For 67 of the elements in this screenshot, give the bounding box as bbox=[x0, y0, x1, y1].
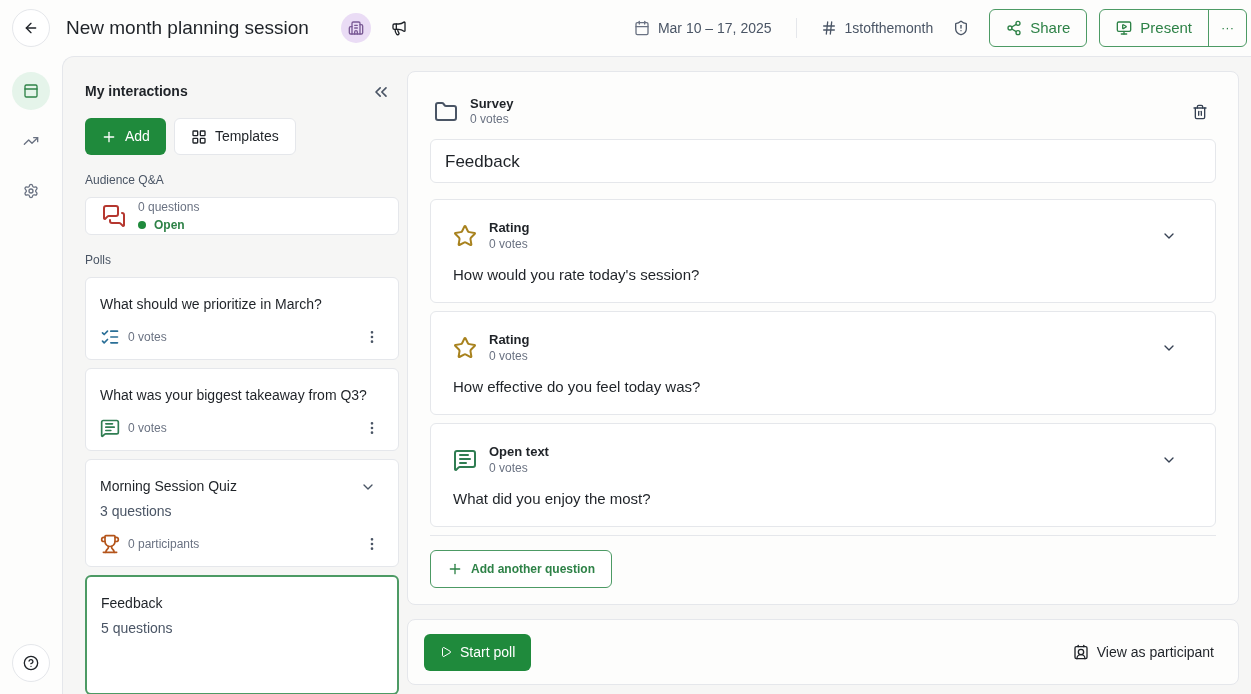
back-button[interactable] bbox=[12, 9, 50, 47]
add-button[interactable]: Add bbox=[85, 118, 166, 155]
grid-icon bbox=[190, 128, 207, 145]
building-icon[interactable] bbox=[340, 13, 371, 43]
star-icon bbox=[453, 223, 477, 248]
question-type: Rating bbox=[489, 332, 530, 349]
question-text: How would you rate today's session? bbox=[453, 264, 701, 285]
date-range: Mar 10 – 17, 2025 bbox=[657, 18, 772, 38]
participant-icon bbox=[1072, 644, 1089, 661]
chat-bubbles-icon bbox=[102, 204, 126, 228]
question-type: Open text bbox=[489, 444, 549, 461]
question-card[interactable]: Rating 0 votes How would you rate today's session? bbox=[430, 199, 1216, 304]
shield-icon[interactable] bbox=[953, 20, 970, 36]
question-type: Rating bbox=[489, 220, 530, 237]
question-count: 5 questions bbox=[101, 619, 174, 638]
hash-icon bbox=[820, 20, 837, 36]
more-button[interactable]: ··· bbox=[1209, 10, 1246, 46]
poll-card[interactable]: Feedback 5 questions bbox=[85, 575, 399, 694]
question-card[interactable]: Rating 0 votes How effective do you feel today was? bbox=[430, 311, 1216, 416]
trophy-icon bbox=[100, 534, 120, 554]
star-icon bbox=[453, 335, 477, 360]
speech-bubble-icon bbox=[453, 447, 477, 472]
session-title: New month planning session bbox=[66, 15, 309, 40]
view-as-participant-link[interactable]: View as participant bbox=[1072, 641, 1214, 663]
checklist-icon bbox=[100, 327, 120, 347]
panel-icon[interactable] bbox=[12, 72, 50, 110]
folder-icon bbox=[434, 99, 458, 124]
speech-bubble-icon bbox=[100, 418, 120, 438]
share-icon bbox=[1006, 20, 1023, 36]
poll-card[interactable]: Morning Session Quiz 3 questions 0 participants bbox=[85, 459, 399, 567]
qa-card[interactable]: 0 questions Open bbox=[85, 197, 399, 235]
poll-title: What should we prioritize in March? bbox=[100, 295, 322, 314]
play-icon bbox=[440, 646, 452, 659]
section-heading: Polls bbox=[85, 252, 112, 269]
section-heading: Audience Q&A bbox=[85, 172, 165, 189]
question-count: 0 questions bbox=[138, 199, 200, 216]
poll-title: What was your biggest takeaway from Q3? bbox=[100, 386, 367, 405]
poll-card[interactable]: What should we prioritize in March? 0 votes bbox=[85, 277, 399, 360]
share-button[interactable]: Share bbox=[989, 9, 1088, 47]
event-code: 1stofthemonth bbox=[844, 18, 934, 38]
vote-count: 0 votes bbox=[470, 112, 510, 128]
title-field[interactable]: Feedback bbox=[430, 139, 1216, 184]
interaction-type: Survey bbox=[470, 96, 514, 113]
poll-title: Feedback bbox=[101, 594, 163, 613]
poll-card[interactable]: What was your biggest takeaway from Q3? 0 votes bbox=[85, 368, 399, 451]
vote-count: 0 participants bbox=[128, 536, 200, 553]
megaphone-icon[interactable] bbox=[390, 20, 407, 36]
vote-count: 0 votes bbox=[489, 348, 529, 364]
vote-count: 0 votes bbox=[489, 460, 529, 476]
question-card[interactable]: Open text 0 votes What did you enjoy the most? bbox=[430, 423, 1216, 528]
templates-button[interactable]: Templates bbox=[173, 118, 296, 155]
status-label: Open bbox=[154, 217, 185, 234]
calendar-icon bbox=[633, 20, 650, 36]
screen-play-icon bbox=[1116, 20, 1133, 36]
vote-count: 0 votes bbox=[128, 420, 167, 437]
help-icon[interactable] bbox=[12, 644, 50, 682]
start-poll-button[interactable]: Start poll bbox=[424, 633, 532, 671]
question-count: 3 questions bbox=[100, 502, 173, 521]
sidebar-title: My interactions bbox=[85, 82, 188, 101]
vote-count: 0 votes bbox=[489, 236, 529, 252]
poll-title: Morning Session Quiz bbox=[100, 477, 237, 496]
trash-icon[interactable] bbox=[1192, 103, 1208, 120]
question-text: What did you enjoy the most? bbox=[453, 488, 652, 509]
vote-count: 0 votes bbox=[128, 329, 167, 346]
question-text: How effective do you feel today was? bbox=[453, 376, 702, 397]
add-question-button[interactable]: Add another question bbox=[430, 550, 612, 589]
present-button[interactable]: Present bbox=[1100, 10, 1209, 46]
